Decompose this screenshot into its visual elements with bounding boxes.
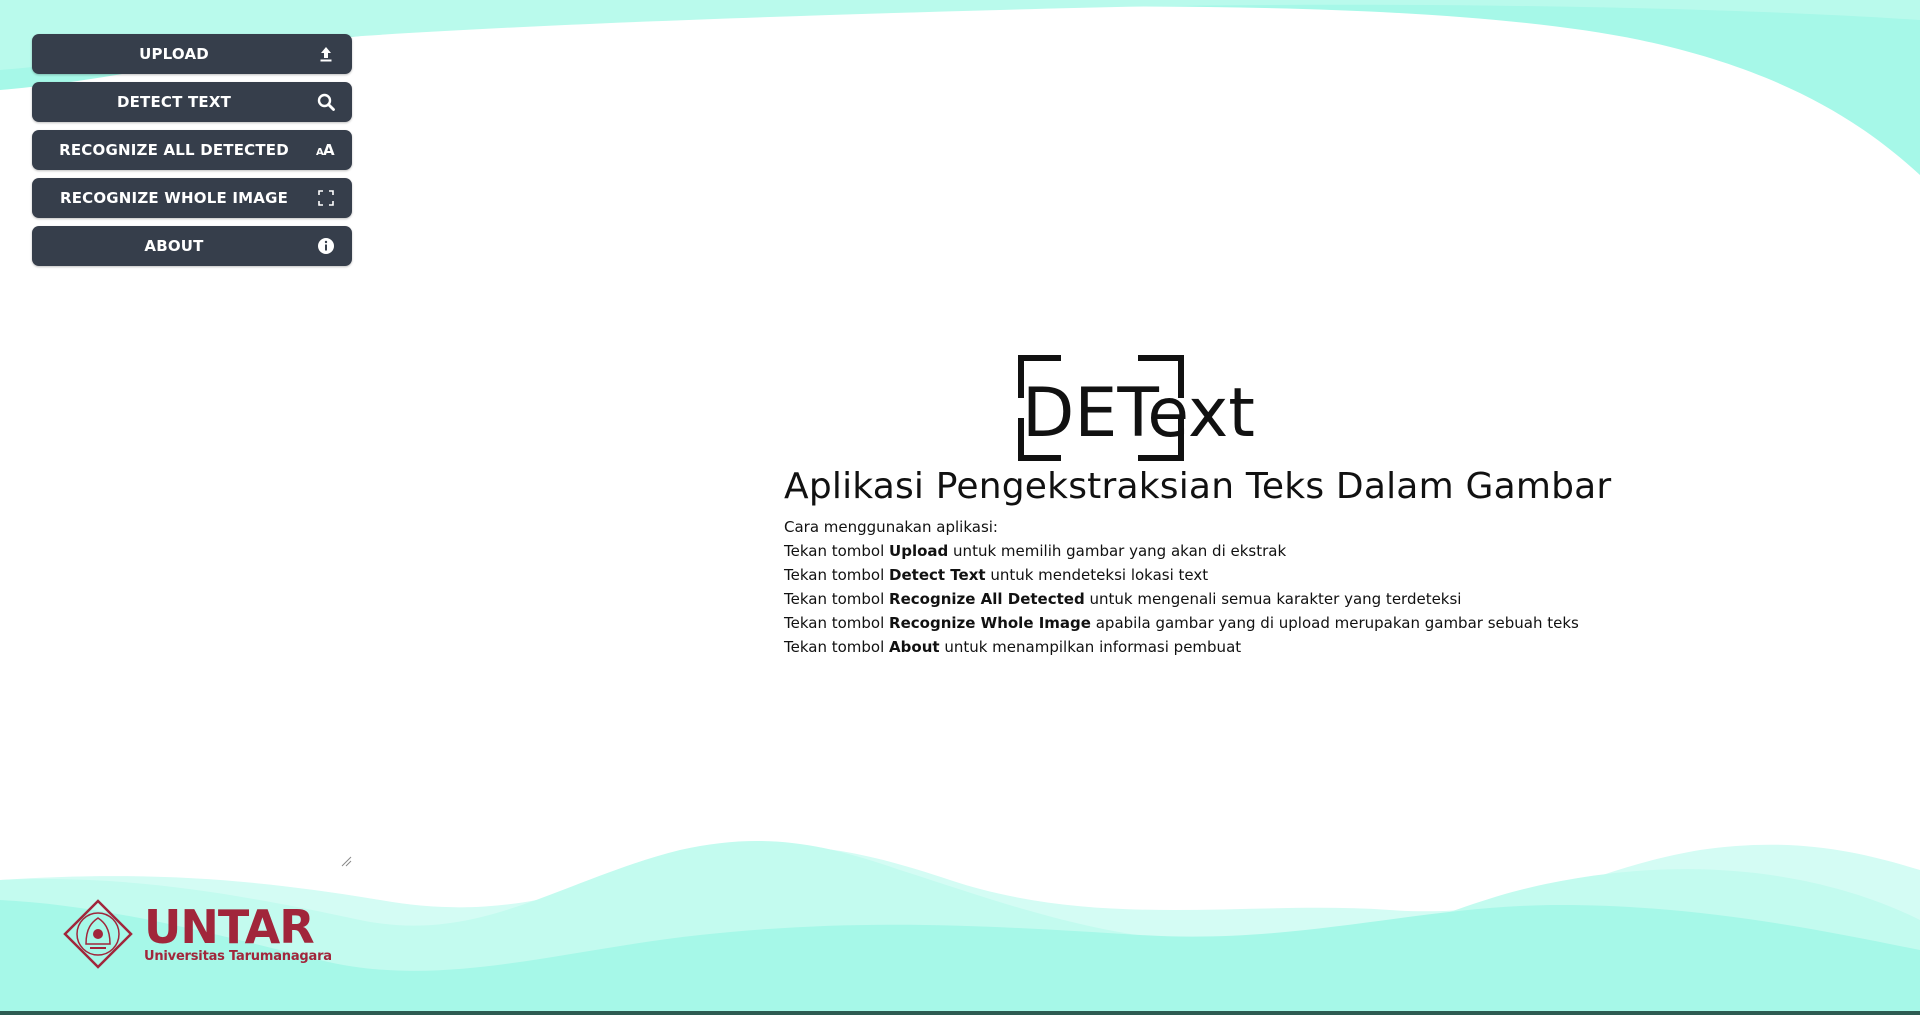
- recognize-whole-image-button-label: RECOGNIZE WHOLE IMAGE: [59, 189, 289, 207]
- search-icon: [316, 92, 336, 112]
- untar-logo: UNTAR Universitas Tarumanagara: [62, 898, 332, 970]
- recognize-all-detected-button-label: RECOGNIZE ALL DETECTED: [59, 141, 289, 159]
- instruction-step: Tekan tombol Recognize All Detected untu…: [784, 590, 1462, 608]
- page-title: Aplikasi Pengekstraksian Teks Dalam Gamb…: [784, 466, 1612, 507]
- recognize-whole-image-button[interactable]: RECOGNIZE WHOLE IMAGE: [32, 178, 352, 218]
- instructions: Cara menggunakan aplikasi: Tekan tombol …: [784, 515, 1684, 659]
- resize-handle-icon[interactable]: [340, 855, 352, 867]
- recognize-all-detected-button[interactable]: RECOGNIZE ALL DETECTED AA: [32, 130, 352, 170]
- main-content: DEText Aplikasi Pengekstraksian Teks Dal…: [784, 352, 1684, 659]
- font-size-icon: AA: [316, 140, 336, 160]
- about-button[interactable]: ABOUT: [32, 226, 352, 266]
- detect-text-button[interactable]: DETECT TEXT: [32, 82, 352, 122]
- instruction-step: Tekan tombol Recognize Whole Image apabi…: [784, 614, 1579, 632]
- university-seal-icon: [63, 899, 133, 969]
- sidebar: UPLOAD DETECT TEXT RECOGNIZE ALL DETECTE…: [32, 34, 352, 274]
- instruction-step: Tekan tombol Detect Text untuk mendeteks…: [784, 566, 1209, 584]
- instruction-step: Tekan tombol Upload untuk memilih gambar…: [784, 542, 1287, 560]
- instruction-step: Tekan tombol About untuk menampilkan inf…: [784, 638, 1242, 656]
- about-button-label: ABOUT: [144, 237, 204, 255]
- info-icon: [316, 236, 336, 256]
- svg-text:DEText: DEText: [1022, 374, 1255, 453]
- instructions-intro: Cara menggunakan aplikasi:: [784, 518, 998, 536]
- brand-name: UNTAR: [144, 899, 315, 954]
- svg-text:A: A: [323, 141, 335, 159]
- upload-icon: [316, 44, 336, 64]
- fullscreen-icon: [316, 188, 336, 208]
- detect-text-button-label: DETECT TEXT: [116, 93, 232, 111]
- brand-subtitle: Universitas Tarumanagara: [144, 948, 332, 964]
- upload-button[interactable]: UPLOAD: [32, 34, 352, 74]
- upload-button-label: UPLOAD: [139, 45, 209, 63]
- detext-logo: DEText: [1018, 355, 1255, 461]
